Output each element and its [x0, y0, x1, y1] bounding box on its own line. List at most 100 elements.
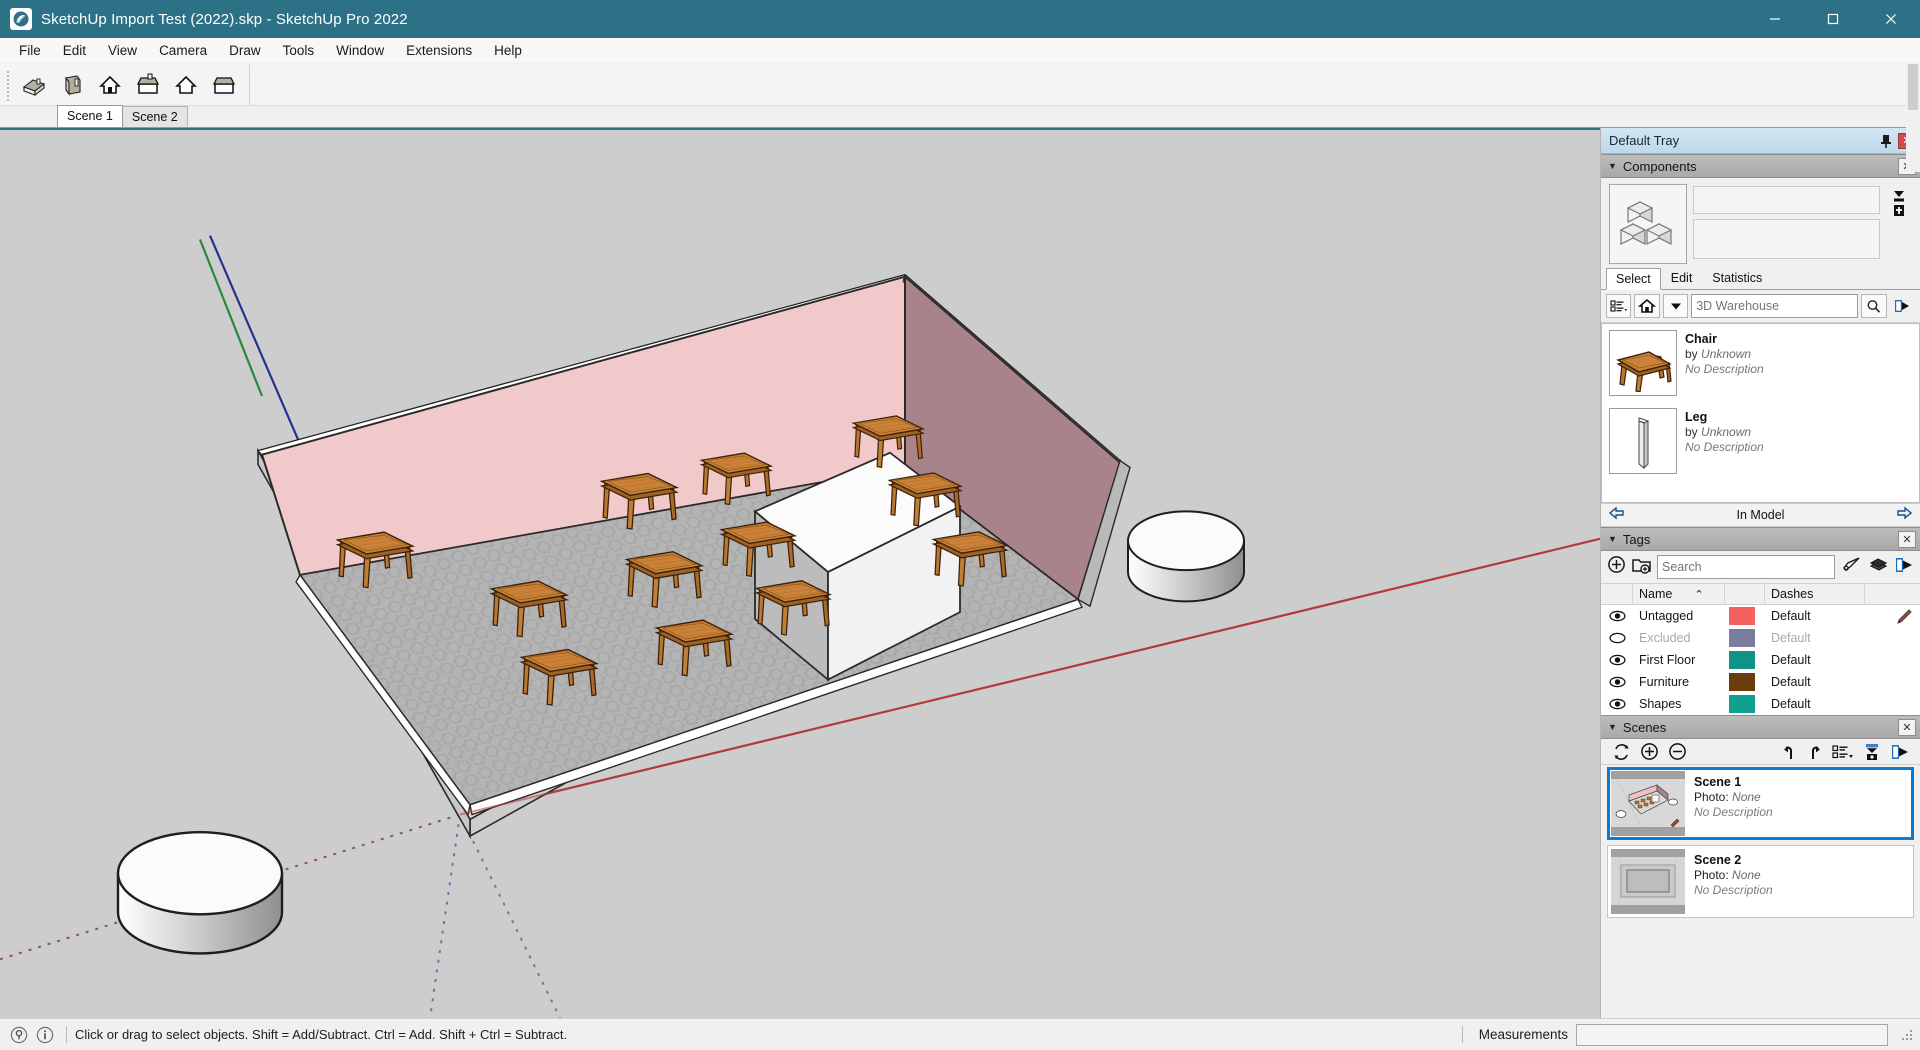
component-description-field[interactable] — [1693, 219, 1880, 259]
warehouse-search-box[interactable] — [1691, 294, 1859, 318]
tag-row[interactable]: First Floor Default — [1601, 649, 1920, 671]
tags-panel-body: Name ⌃ Dashes Untagged — [1601, 551, 1920, 715]
tag-row[interactable]: Furniture Default — [1601, 671, 1920, 693]
front-view-icon[interactable] — [92, 67, 128, 103]
right-view-icon[interactable] — [130, 67, 166, 103]
scene-view-options-icon[interactable] — [1828, 744, 1858, 760]
tag-dashes[interactable]: Default — [1765, 675, 1865, 689]
component-list-item-chair[interactable]: Chair by Unknown No Description — [1602, 324, 1919, 402]
tag-color-swatch[interactable] — [1725, 673, 1765, 691]
tag-color-swatch[interactable] — [1725, 607, 1765, 625]
geo-location-icon[interactable] — [6, 1022, 32, 1048]
close-button[interactable] — [1862, 0, 1920, 38]
add-tag-folder-icon[interactable] — [1631, 555, 1652, 579]
top-view-icon[interactable] — [54, 67, 90, 103]
tag-layers-icon[interactable] — [1867, 555, 1889, 579]
minimize-button[interactable] — [1746, 0, 1804, 38]
tag-row[interactable]: Excluded Default — [1601, 627, 1920, 649]
tag-dashes[interactable]: Default — [1765, 697, 1865, 711]
move-scene-up-icon[interactable] — [1776, 743, 1802, 761]
toolbar-grip[interactable] — [5, 68, 11, 101]
menu-window[interactable]: Window — [325, 39, 395, 62]
tags-search-input[interactable] — [1662, 560, 1830, 574]
tray-scrollbar[interactable] — [1906, 64, 1920, 172]
menu-camera[interactable]: Camera — [148, 39, 218, 62]
tag-color-swatch[interactable] — [1725, 695, 1765, 713]
scenes-collapse-caret[interactable]: ▼ — [1608, 722, 1617, 732]
scene-export-icon[interactable] — [1886, 743, 1914, 761]
info-icon[interactable] — [32, 1022, 58, 1048]
remove-scene-icon[interactable] — [1663, 742, 1691, 761]
tag-visibility-toggle[interactable] — [1601, 654, 1633, 666]
tag-color-swatch[interactable] — [1725, 629, 1765, 647]
add-tag-icon[interactable] — [1607, 555, 1626, 579]
open-detail-icon[interactable] — [1890, 294, 1915, 318]
tags-toolbar — [1601, 551, 1920, 583]
search-icon[interactable] — [1861, 294, 1887, 318]
tab-statistics[interactable]: Statistics — [1702, 267, 1772, 289]
tag-visibility-toggle[interactable] — [1601, 676, 1633, 688]
scene-tab-scene-1[interactable]: Scene 1 — [57, 105, 123, 127]
tag-row[interactable]: Shapes Default — [1601, 693, 1920, 715]
component-list-item-leg[interactable]: Leg by Unknown No Description — [1602, 402, 1919, 480]
tag-details-icon[interactable] — [1840, 555, 1862, 579]
tag-visibility-toggle[interactable] — [1601, 610, 1633, 622]
home-icon[interactable] — [1634, 294, 1660, 318]
menu-help[interactable]: Help — [483, 39, 533, 62]
components-panel-header[interactable]: ▼ Components ✕ — [1601, 154, 1920, 178]
scene-details-icon[interactable] — [1858, 743, 1886, 761]
resize-grip-icon[interactable] — [1900, 1028, 1914, 1042]
component-cubes-icon[interactable] — [1609, 184, 1687, 264]
tags-close-button[interactable]: ✕ — [1898, 530, 1916, 548]
model-viewport[interactable] — [0, 128, 1600, 1018]
tag-dashes[interactable]: Default — [1765, 609, 1865, 623]
components-footer: In Model — [1601, 503, 1920, 527]
scenes-list[interactable]: Scene 1 Photo: None No Description Scene… — [1601, 765, 1920, 925]
tags-search-box[interactable] — [1657, 555, 1835, 579]
tag-visibility-toggle[interactable] — [1601, 698, 1633, 710]
scenes-panel-header[interactable]: ▼ Scenes ✕ — [1601, 715, 1920, 739]
scenes-close-button[interactable]: ✕ — [1898, 718, 1916, 736]
tag-dashes[interactable]: Default — [1765, 653, 1865, 667]
menu-tools[interactable]: Tools — [272, 39, 326, 62]
component-download-icon[interactable] — [1889, 188, 1909, 203]
pin-icon[interactable] — [1878, 132, 1894, 150]
maximize-button[interactable] — [1804, 0, 1862, 38]
back-view-icon[interactable] — [168, 67, 204, 103]
menu-extensions[interactable]: Extensions — [395, 39, 483, 62]
arrow-right-icon[interactable] — [1896, 506, 1913, 525]
list-view-icon[interactable] — [1606, 294, 1632, 318]
scene-list-item-scene-2[interactable]: Scene 2 Photo: None No Description — [1607, 845, 1914, 918]
menu-draw[interactable]: Draw — [218, 39, 272, 62]
tags-col-name[interactable]: Name ⌃ — [1633, 583, 1725, 605]
menu-view[interactable]: View — [97, 39, 148, 62]
menu-file[interactable]: File — [8, 39, 52, 62]
tab-edit[interactable]: Edit — [1661, 267, 1703, 289]
measurements-input[interactable] — [1576, 1023, 1888, 1046]
tags-col-dashes[interactable]: Dashes — [1765, 583, 1865, 605]
tag-color-swatch[interactable] — [1725, 651, 1765, 669]
tag-dashes[interactable]: Default — [1765, 631, 1865, 645]
chevron-down-icon[interactable] — [1662, 294, 1689, 318]
refresh-icon[interactable] — [1607, 743, 1635, 761]
tab-select[interactable]: Select — [1606, 268, 1661, 290]
tags-collapse-caret[interactable]: ▼ — [1608, 534, 1617, 544]
arrow-left-icon[interactable] — [1608, 506, 1625, 525]
scene-list-item-scene-1[interactable]: Scene 1 Photo: None No Description — [1607, 767, 1914, 840]
component-add-icon[interactable] — [1889, 203, 1909, 218]
tag-visibility-toggle[interactable] — [1601, 632, 1633, 644]
components-list[interactable]: Chair by Unknown No Description Leg by U… — [1601, 323, 1920, 503]
menu-edit[interactable]: Edit — [52, 39, 97, 62]
tag-row[interactable]: Untagged Default — [1601, 605, 1920, 627]
left-view-icon[interactable] — [206, 67, 242, 103]
components-collapse-caret[interactable]: ▼ — [1608, 161, 1617, 171]
tag-export-icon[interactable] — [1894, 556, 1914, 579]
tray-header: Default Tray ✕ — [1601, 128, 1920, 154]
add-scene-icon[interactable] — [1635, 742, 1663, 761]
move-scene-down-icon[interactable] — [1802, 743, 1828, 761]
warehouse-search-input[interactable] — [1696, 299, 1854, 313]
tags-panel-header[interactable]: ▼ Tags ✕ — [1601, 527, 1920, 551]
component-name-field[interactable] — [1693, 186, 1880, 214]
iso-view-icon[interactable] — [16, 67, 52, 103]
scene-tab-scene-2[interactable]: Scene 2 — [121, 106, 188, 127]
